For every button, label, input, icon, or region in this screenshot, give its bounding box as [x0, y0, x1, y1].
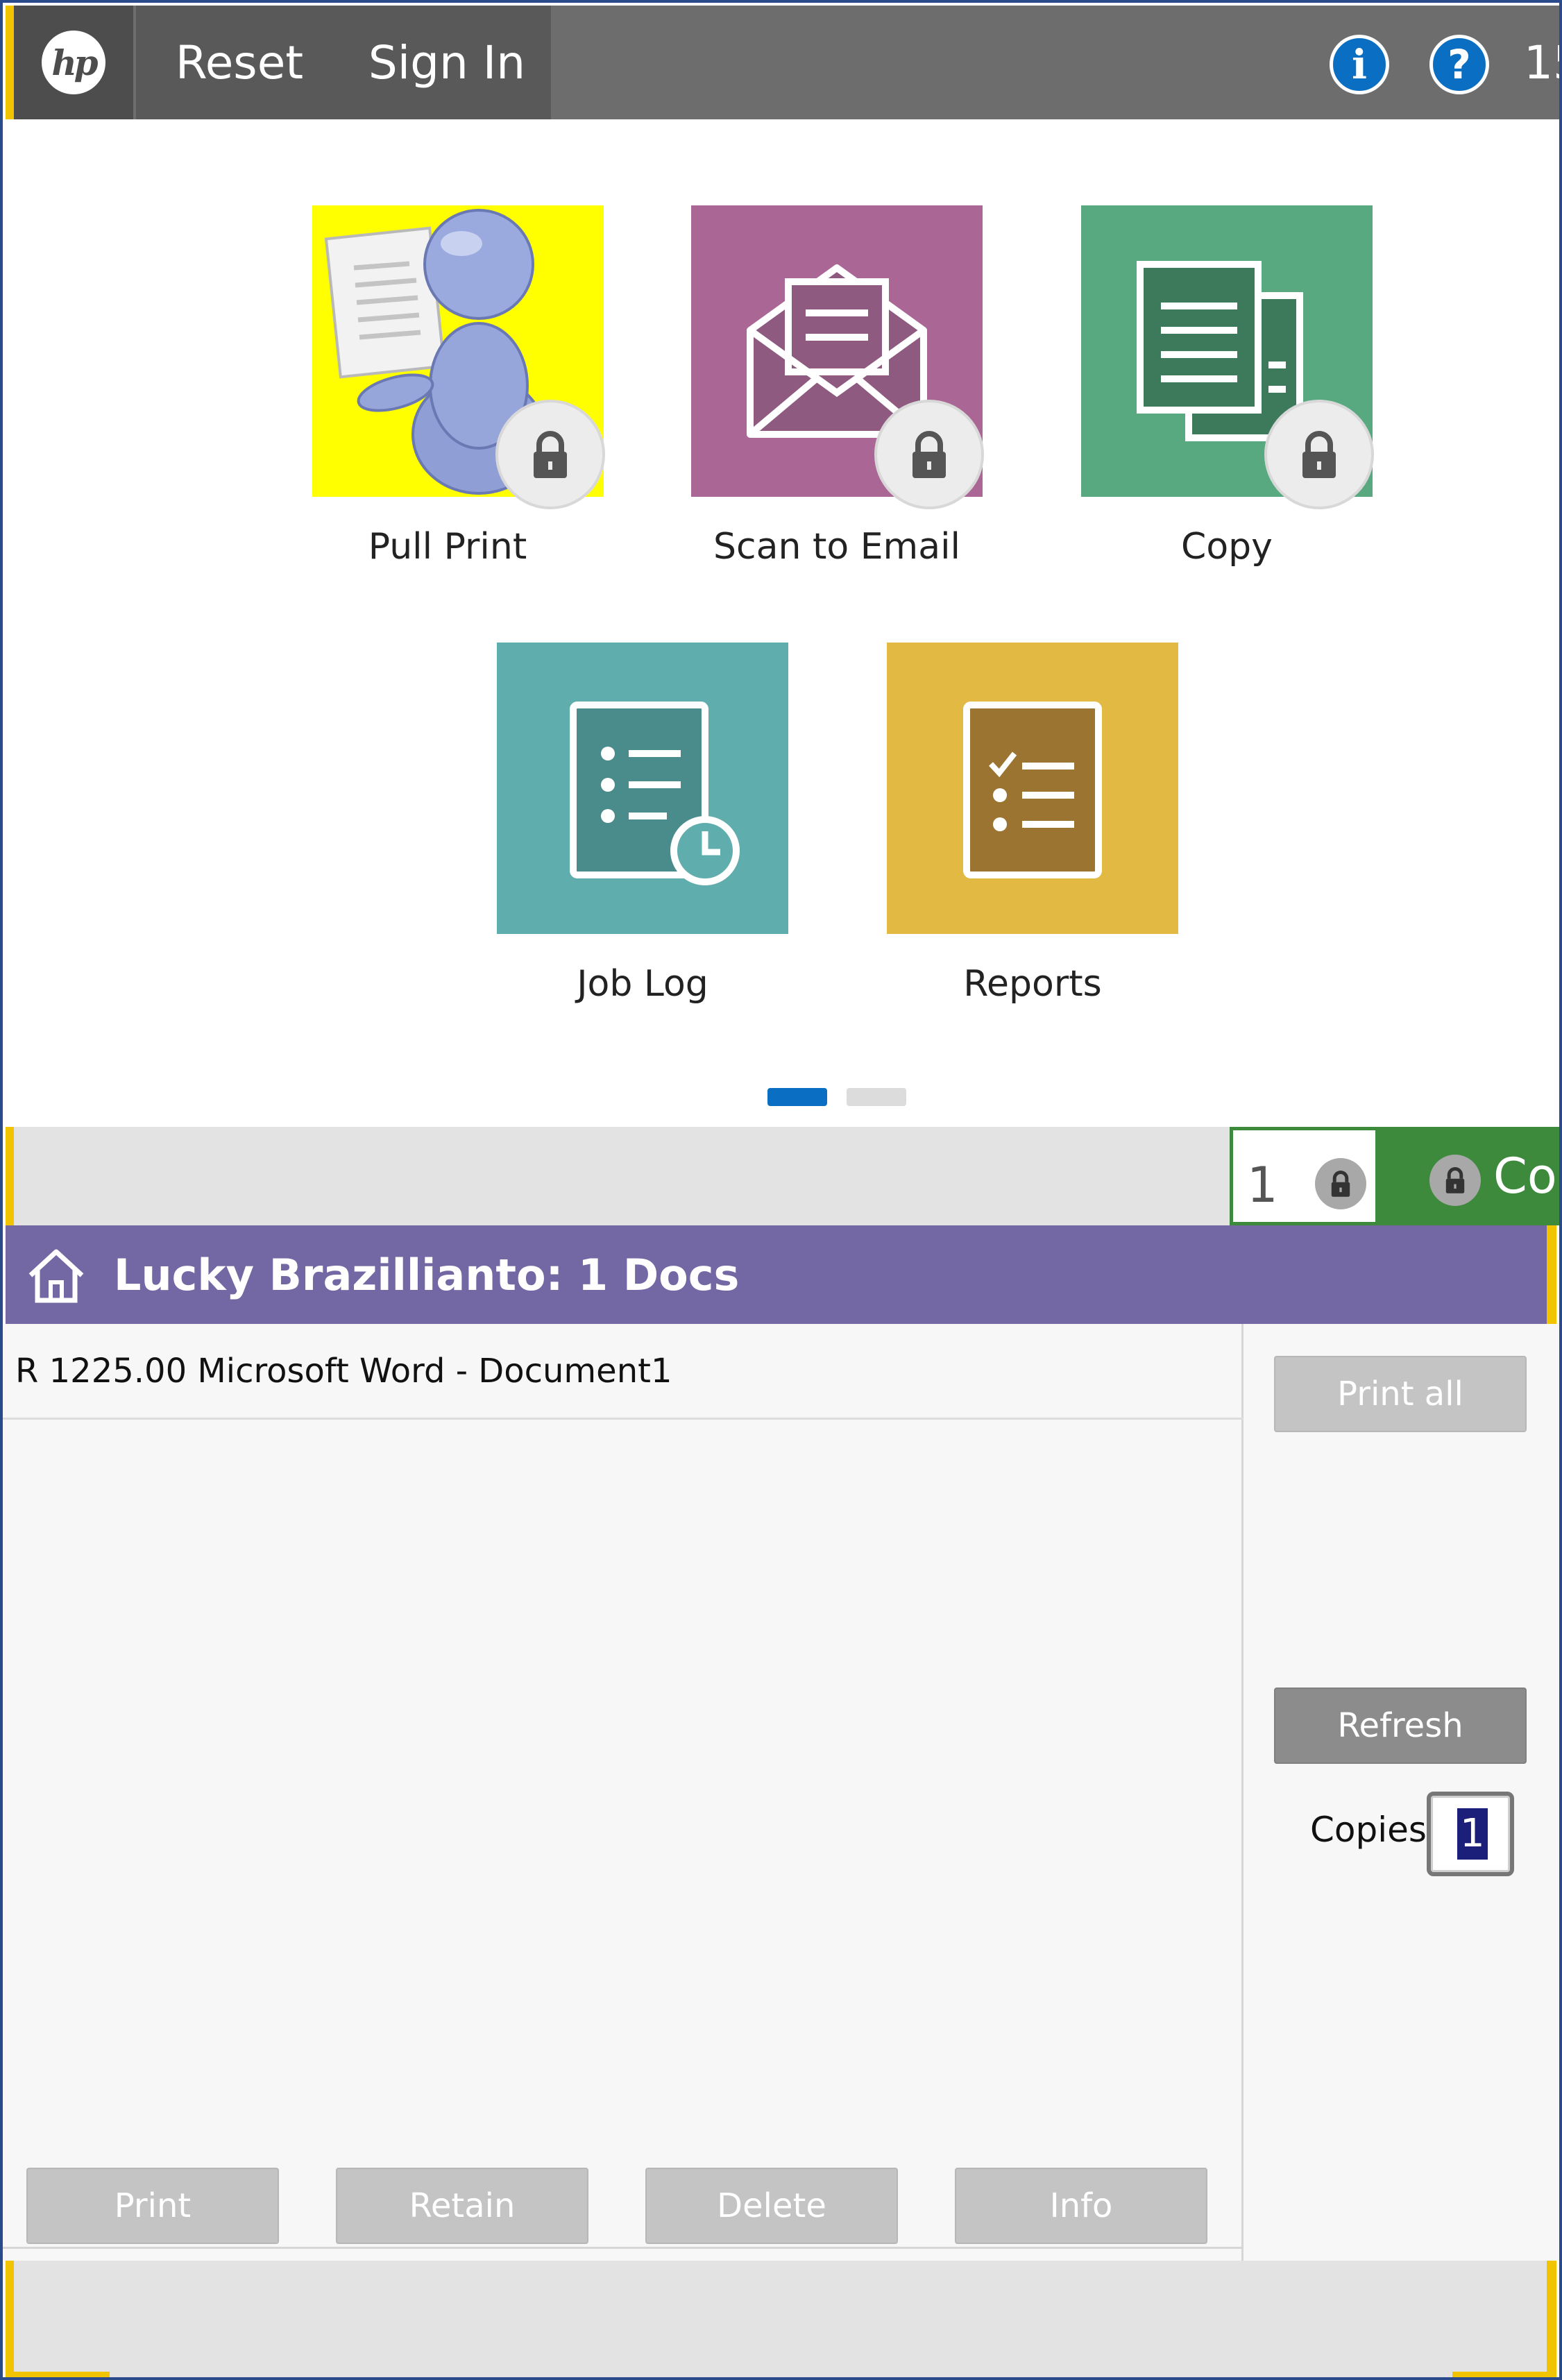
delete-button[interactable]: Delete: [645, 2168, 898, 2244]
copy-start-button[interactable]: Co: [1375, 1127, 1559, 1225]
lock-icon: [495, 400, 605, 509]
refresh-button[interactable]: Refresh: [1274, 1688, 1527, 1764]
lock-icon: [874, 400, 984, 509]
tile-label-copy: Copy: [1181, 526, 1273, 568]
page-dot-active[interactable]: [767, 1088, 827, 1106]
lock-icon: [1429, 1155, 1481, 1206]
copies-label: Copies: [1310, 1810, 1427, 1850]
accent-stripe: [1547, 2261, 1556, 2379]
accent-stripe: [6, 1127, 14, 1225]
panel-footer: [6, 2261, 1556, 2379]
copies-input[interactable]: 1: [1427, 1792, 1514, 1876]
accent-stripe: [6, 6, 14, 119]
retain-button[interactable]: Retain: [336, 2168, 588, 2244]
accent-stripe: [1547, 1225, 1556, 1324]
tile-pull-print[interactable]: [312, 205, 605, 509]
print-button[interactable]: Print: [26, 2168, 279, 2244]
tile-scan-to-email[interactable]: [691, 205, 984, 509]
tile-job-log[interactable]: [497, 643, 788, 934]
copy-count-box[interactable]: 1: [1230, 1127, 1375, 1225]
tile-label-job-log: Job Log: [577, 963, 708, 1005]
copy-count-value: 1: [1247, 1157, 1278, 1214]
page-dot[interactable]: [847, 1088, 906, 1106]
sign-in-button[interactable]: Sign In: [343, 6, 551, 119]
hp-logo-icon: hp: [42, 31, 105, 94]
reports-icon: [963, 702, 1102, 878]
home-logo-button[interactable]: hp: [14, 6, 133, 119]
lock-icon: [1264, 400, 1374, 509]
info-button[interactable]: Info: [955, 2168, 1207, 2244]
accent-stripe: [6, 2261, 14, 2379]
pull-print-panel: Lucky Brazillianto: 1 Docs R 1225.00 Mic…: [0, 1225, 1562, 2380]
job-log-icon: [570, 702, 740, 885]
accent-stripe: [6, 2372, 110, 2379]
print-all-button[interactable]: Print all: [1274, 1356, 1527, 1432]
divider: [0, 2247, 1243, 2249]
tile-reports[interactable]: [887, 643, 1178, 934]
tile-label-reports: Reports: [963, 963, 1102, 1005]
tile-label-scan-to-email: Scan to Email: [713, 526, 960, 568]
panel-header: Lucky Brazillianto: 1 Docs: [6, 1225, 1556, 1324]
clock-display: 15: [1524, 35, 1562, 90]
info-icon[interactable]: i: [1330, 35, 1389, 94]
document-list: R 1225.00 Microsoft Word - Document1: [0, 1324, 1243, 2262]
tile-copy[interactable]: [1081, 205, 1374, 509]
copy-start-label: Co: [1493, 1148, 1557, 1205]
copies-value: 1: [1457, 1808, 1488, 1860]
accent-stripe: [1452, 2372, 1556, 2379]
list-item[interactable]: R 1225.00 Microsoft Word - Document1: [0, 1324, 1243, 1420]
lock-icon: [1315, 1158, 1366, 1209]
panel-title: Lucky Brazillianto: 1 Docs: [114, 1249, 740, 1300]
reset-button[interactable]: Reset: [136, 6, 343, 119]
help-icon[interactable]: ?: [1429, 35, 1489, 94]
tile-label-pull-print: Pull Print: [368, 526, 527, 568]
home-icon[interactable]: [25, 1245, 87, 1304]
